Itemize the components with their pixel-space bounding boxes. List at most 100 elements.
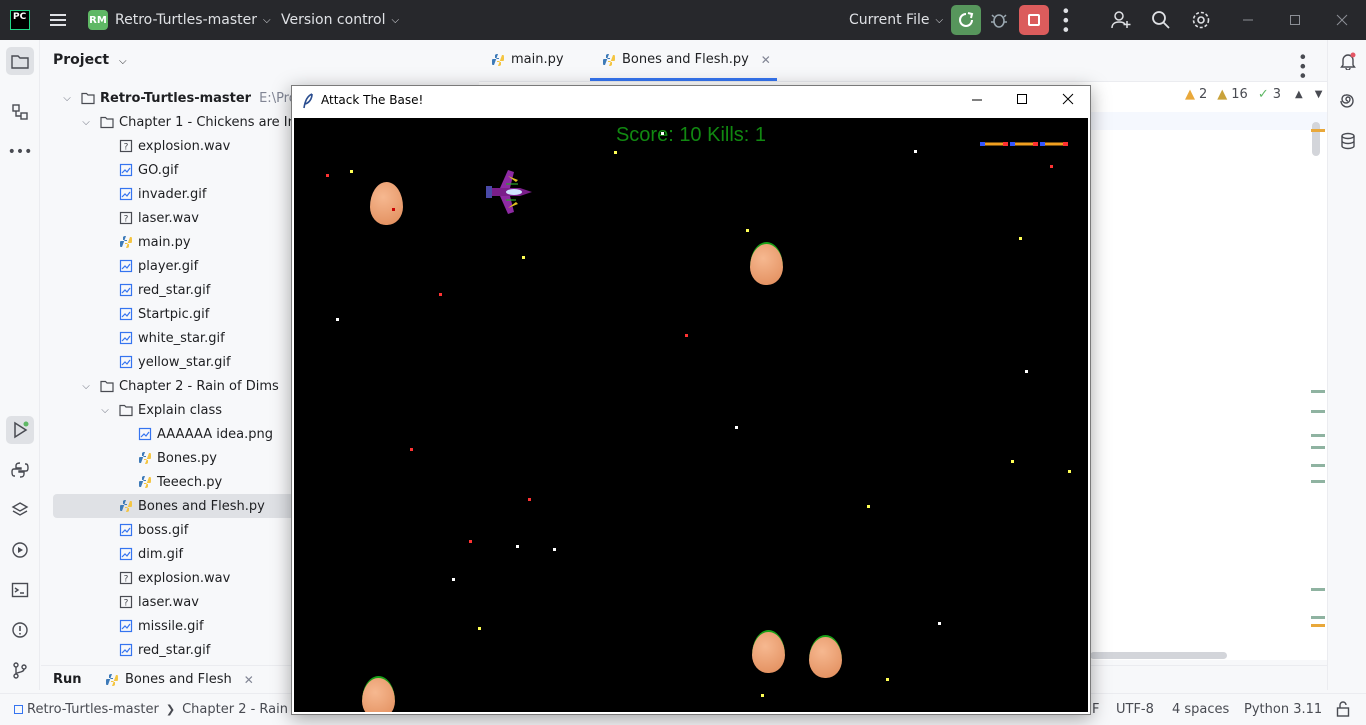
folder-icon — [119, 403, 133, 417]
python-file-icon — [119, 499, 133, 513]
terminal-icon — [11, 582, 29, 598]
chevron-down-icon[interactable]: ▼ — [1315, 89, 1323, 100]
minimize-button[interactable] — [1242, 0, 1254, 40]
error-stripe-mark[interactable] — [1311, 446, 1325, 449]
stop-button[interactable] — [1019, 0, 1049, 40]
error-stripe-mark[interactable] — [1311, 390, 1325, 393]
editor-scrollbar-thumb[interactable] — [1312, 122, 1320, 156]
chevron-down-icon[interactable]: ⌵ — [80, 117, 92, 128]
title-bar: PC RM Retro-Turtles-master ⌵ Version con… — [0, 0, 1366, 40]
git-button[interactable] — [6, 656, 34, 684]
rerun-button[interactable] — [951, 0, 981, 40]
encoding-widget[interactable]: UTF-8 — [1116, 702, 1154, 717]
debug-button[interactable] — [990, 0, 1008, 40]
close-button[interactable] — [1336, 0, 1348, 40]
chevron-down-icon[interactable]: ⌵ — [99, 405, 111, 416]
tree-item-label: Chapter 1 - Chickens are Inv — [119, 114, 304, 130]
error-stripe-mark[interactable] — [1311, 464, 1325, 467]
error-stripe-mark[interactable] — [1311, 616, 1325, 619]
life-missile-icon — [980, 136, 1008, 151]
close-tab-icon[interactable]: ✕ — [761, 53, 771, 67]
game-window-titlebar[interactable]: Attack The Base! — [292, 86, 1090, 116]
line-separator-widget[interactable]: F — [1092, 702, 1099, 717]
svg-text:?: ? — [124, 575, 129, 585]
project-name: Retro-Turtles-master — [115, 12, 258, 28]
more-tools-button[interactable]: ••• — [6, 138, 34, 166]
python-packages-button[interactable] — [6, 496, 34, 524]
code-with-me-button[interactable] — [1111, 0, 1131, 40]
project-switcher[interactable]: RM Retro-Turtles-master ⌵ — [88, 0, 271, 40]
notifications-button[interactable] — [1334, 47, 1362, 75]
problems-button[interactable] — [6, 616, 34, 644]
terminal-button[interactable] — [6, 576, 34, 604]
maximize-button[interactable] — [1289, 0, 1301, 40]
main-menu-icon[interactable] — [48, 0, 68, 40]
tree-item-label: dim.gif — [138, 546, 184, 562]
bug-icon — [990, 11, 1008, 29]
indent-widget[interactable]: 4 spaces — [1172, 702, 1229, 717]
star — [469, 540, 472, 543]
image-file-icon — [119, 547, 133, 561]
star — [1019, 237, 1022, 240]
star — [886, 678, 889, 681]
chevron-up-icon[interactable]: ▲ — [1295, 89, 1303, 100]
svg-text:?: ? — [124, 143, 129, 153]
project-tool-button[interactable] — [6, 47, 34, 75]
maximize-button[interactable] — [1016, 91, 1028, 113]
error-stripe-mark[interactable] — [1311, 410, 1325, 413]
star — [735, 426, 738, 429]
error-stripe-mark[interactable] — [1311, 434, 1325, 437]
error-stripe-mark[interactable] — [1311, 480, 1325, 483]
svg-text:?: ? — [124, 599, 129, 609]
structure-tool-button[interactable] — [6, 98, 34, 126]
settings-button[interactable] — [1191, 0, 1211, 40]
more-actions-button[interactable]: ••• — [1056, 0, 1075, 40]
star — [410, 448, 413, 451]
tab-main-py[interactable]: main.py — [491, 52, 564, 67]
breadcrumb-project[interactable]: Retro-Turtles-master — [27, 702, 159, 717]
python-file-icon — [105, 673, 119, 687]
chevron-down-icon[interactable]: ⌵ — [80, 381, 92, 392]
run-icon — [14, 421, 29, 439]
project-panel-header[interactable]: Project ⌵ — [53, 52, 127, 68]
close-button[interactable] — [1062, 91, 1074, 113]
chevron-down-icon[interactable]: ⌵ — [61, 93, 73, 104]
horizontal-scrollbar-thumb[interactable] — [1090, 652, 1227, 659]
folder-icon — [81, 91, 95, 105]
tab-bones-and-flesh[interactable]: Bones and Flesh.py ✕ — [602, 52, 771, 67]
close-icon — [1336, 14, 1348, 26]
minimize-button[interactable] — [971, 91, 983, 113]
warnings-count: 2 — [1199, 87, 1208, 102]
vcs-menu[interactable]: Version control ⌵ — [281, 0, 399, 40]
chevron-down-icon: ⌵ — [118, 56, 127, 67]
database-button[interactable] — [1334, 127, 1362, 155]
module-icon — [14, 705, 23, 714]
interpreter-widget[interactable]: Python 3.11 — [1244, 702, 1322, 717]
error-stripe-mark[interactable] — [1311, 624, 1325, 627]
error-stripe-mark[interactable] — [1311, 129, 1325, 132]
tree-item-label: Bones.py — [157, 450, 217, 466]
run-tab-bones-and-flesh[interactable]: Bones and Flesh ✕ — [105, 672, 254, 687]
python-console-button[interactable] — [6, 456, 34, 484]
run-tab-label: Bones and Flesh — [125, 672, 232, 687]
chevron-right-icon: ❯ — [165, 703, 176, 716]
run-config-selector[interactable]: Current File ⌵ — [849, 0, 943, 40]
life-missile-icon — [1040, 136, 1068, 151]
tree-item-label: red_star.gif — [138, 282, 211, 298]
game-canvas[interactable]: Score: 10 Kills: 1 — [294, 118, 1088, 712]
app-logo-icon[interactable]: PC — [10, 0, 30, 40]
breadcrumb-folder[interactable]: Chapter 2 - Rain — [182, 702, 288, 717]
spiral-icon — [1340, 94, 1354, 108]
python-file-icon — [119, 235, 133, 249]
star — [350, 170, 353, 173]
ai-assistant-button[interactable] — [1334, 87, 1362, 115]
run-tool-button[interactable] — [6, 416, 34, 444]
search-button[interactable] — [1151, 0, 1171, 40]
read-only-toggle[interactable] — [1336, 701, 1350, 721]
close-tab-icon[interactable]: ✕ — [244, 673, 254, 687]
inspection-widget[interactable]: ▲ 2 ▲ 16 ✓ 3 ▲ ▼ — [1185, 87, 1322, 102]
services-button[interactable] — [6, 536, 34, 564]
tabs-more-icon[interactable]: ••• — [1293, 52, 1312, 80]
star — [1050, 165, 1053, 168]
error-stripe-mark[interactable] — [1311, 588, 1325, 591]
